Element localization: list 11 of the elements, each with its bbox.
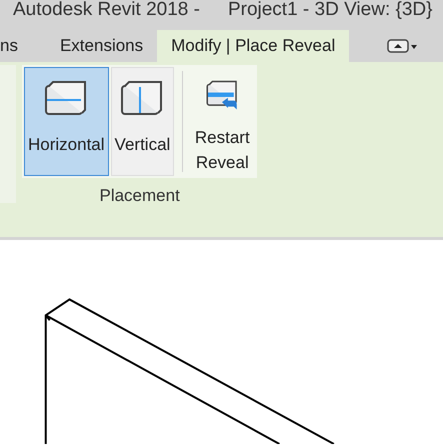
- collapse-icon: [387, 39, 417, 53]
- ribbon-tab[interactable]: Modify | Place Reveal: [157, 30, 350, 62]
- wall-vertical-icon: [120, 80, 164, 118]
- document-title: Project1 - 3D View: {3D}: [228, 0, 432, 22]
- ribbon-button[interactable]: Restart Reveal: [189, 67, 256, 176]
- app-title: Autodesk Revit 2018 -: [13, 0, 200, 22]
- wall-horizontal-icon: [44, 80, 88, 118]
- ribbon-tab[interactable]: ns: [0, 30, 46, 62]
- ribbon-button[interactable]: Vertical: [110, 67, 174, 176]
- ribbon-tab[interactable]: Extensions: [46, 30, 158, 62]
- ribbon-button[interactable]: Horizontal: [24, 67, 109, 176]
